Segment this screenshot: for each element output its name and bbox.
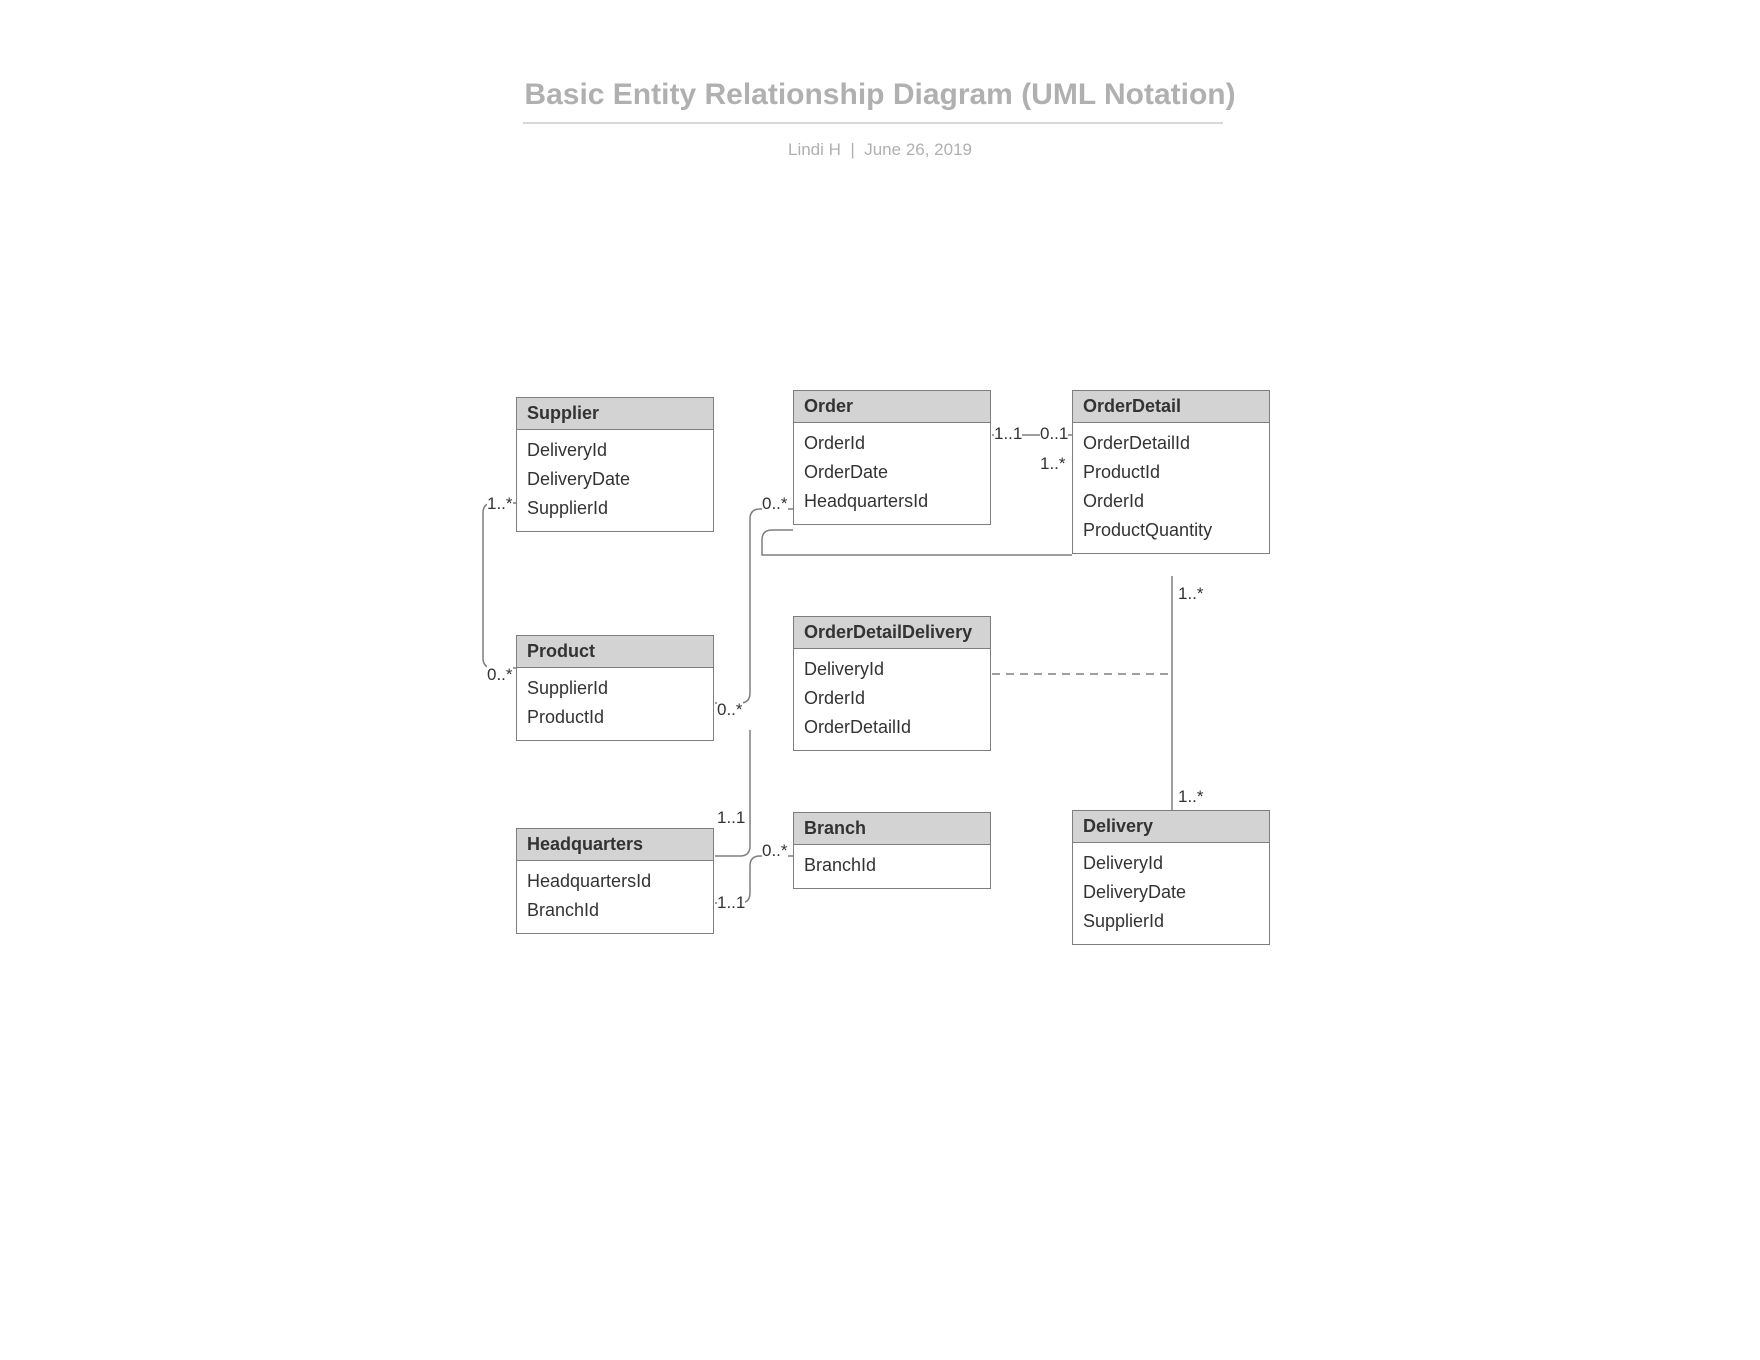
attr: OrderDetailId xyxy=(804,713,980,742)
mult-hq-top: 1..1 xyxy=(717,808,745,828)
attr: DeliveryDate xyxy=(527,465,703,494)
attr: DeliveryId xyxy=(1083,849,1259,878)
mult-orderdetail-delivery-mid: 1..* xyxy=(1178,584,1204,604)
entity-branch-body: BranchId xyxy=(794,845,990,888)
attr: OrderId xyxy=(804,684,980,713)
entity-supplier-body: DeliveryId DeliveryDate SupplierId xyxy=(517,430,713,531)
mult-delivery-top: 1..* xyxy=(1178,787,1204,807)
mult-order-left: 0..* xyxy=(762,494,788,514)
mult-orderdetail-left: 0..1 xyxy=(1040,424,1068,444)
mult-branch-top: 0..* xyxy=(762,841,788,861)
entity-orderdetaildelivery-header: OrderDetailDelivery xyxy=(794,617,990,649)
entity-orderdetail: OrderDetail OrderDetailId ProductId Orde… xyxy=(1072,390,1270,554)
attr: SupplierId xyxy=(527,674,703,703)
entity-product: Product SupplierId ProductId xyxy=(516,635,714,741)
entity-product-body: SupplierId ProductId xyxy=(517,668,713,740)
attr: BranchId xyxy=(804,851,980,880)
attr: DeliveryId xyxy=(804,655,980,684)
entity-branch: Branch BranchId xyxy=(793,812,991,889)
byline: Lindi H | June 26, 2019 xyxy=(0,140,1760,160)
entity-order: Order OrderId OrderDate HeadquartersId xyxy=(793,390,991,525)
entity-delivery-body: DeliveryId DeliveryDate SupplierId xyxy=(1073,843,1269,944)
attr: OrderDate xyxy=(804,458,980,487)
attr: OrderDetailId xyxy=(1083,429,1259,458)
attr: HeadquartersId xyxy=(804,487,980,516)
entity-headquarters-body: HeadquartersId BranchId xyxy=(517,861,713,933)
entity-order-header: Order xyxy=(794,391,990,423)
entity-branch-header: Branch xyxy=(794,813,990,845)
attr: SupplierId xyxy=(527,494,703,523)
mult-hq-bottom: 1..1 xyxy=(717,893,745,913)
entity-orderdetaildelivery-body: DeliveryId OrderId OrderDetailId xyxy=(794,649,990,750)
entity-delivery: Delivery DeliveryId DeliveryDate Supplie… xyxy=(1072,810,1270,945)
mult-order-right: 1..1 xyxy=(994,424,1022,444)
page-title: Basic Entity Relationship Diagram (UML N… xyxy=(0,78,1760,112)
entity-order-body: OrderId OrderDate HeadquartersId xyxy=(794,423,990,524)
entity-headquarters: Headquarters HeadquartersId BranchId xyxy=(516,828,714,934)
mult-orderdetail-bottom1: 1..* xyxy=(1040,454,1066,474)
entity-supplier-header: Supplier xyxy=(517,398,713,430)
entity-product-header: Product xyxy=(517,636,713,668)
entity-supplier: Supplier DeliveryId DeliveryDate Supplie… xyxy=(516,397,714,532)
attr: ProductQuantity xyxy=(1083,516,1259,545)
attr: DeliveryId xyxy=(527,436,703,465)
attr: SupplierId xyxy=(1083,907,1259,936)
attr: DeliveryDate xyxy=(1083,878,1259,907)
mult-supplier: 1..* xyxy=(487,494,513,514)
title-rule xyxy=(523,122,1223,124)
attr: BranchId xyxy=(527,896,703,925)
attr: OrderId xyxy=(804,429,980,458)
attr: ProductId xyxy=(527,703,703,732)
entity-headquarters-header: Headquarters xyxy=(517,829,713,861)
attr: OrderId xyxy=(1083,487,1259,516)
attr: HeadquartersId xyxy=(527,867,703,896)
entity-orderdetaildelivery: OrderDetailDelivery DeliveryId OrderId O… xyxy=(793,616,991,751)
entity-orderdetail-body: OrderDetailId ProductId OrderId ProductQ… xyxy=(1073,423,1269,553)
entity-delivery-header: Delivery xyxy=(1073,811,1269,843)
mult-product-right: 0..* xyxy=(717,700,743,720)
attr: ProductId xyxy=(1083,458,1259,487)
mult-product: 0..* xyxy=(487,665,513,685)
entity-orderdetail-header: OrderDetail xyxy=(1073,391,1269,423)
